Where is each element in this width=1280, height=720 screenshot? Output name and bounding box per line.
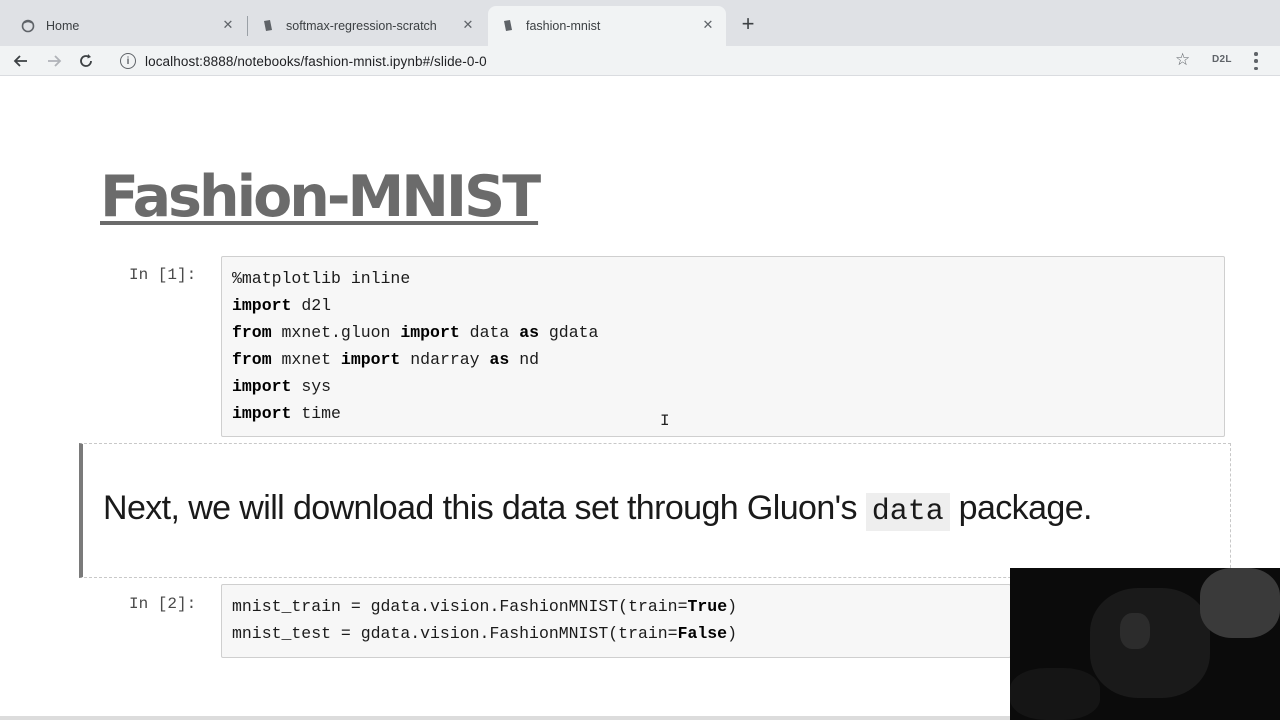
webcam-overlay — [1010, 568, 1280, 720]
close-tab-icon[interactable]: ✕ — [220, 17, 236, 33]
tab-fashion-mnist[interactable]: fashion-mnist ✕ — [488, 6, 726, 46]
code-keyword: as — [489, 350, 510, 369]
code-token: nd — [400, 350, 431, 369]
code-keyword: import — [232, 404, 292, 423]
code-token: time — [291, 404, 341, 423]
code-line: mnist_train = gdata.vision.FashionMNIST(… — [232, 593, 1000, 620]
markdown-cell[interactable]: Next, we will download this data set thr… — [79, 443, 1231, 578]
inline-code: data — [865, 493, 950, 531]
code-cell[interactable]: %matplotlib inline import d2l from mxnet.g… — [221, 256, 1225, 437]
code-keyword: as — [519, 323, 539, 342]
slide-title: Fashion-MNIST — [100, 164, 541, 230]
code-keyword: True — [687, 597, 728, 616]
close-tab-icon[interactable]: ✕ — [700, 17, 716, 33]
code-line: import time — [232, 400, 1214, 427]
back-arrow-icon[interactable] — [9, 49, 33, 73]
reload-icon[interactable] — [74, 49, 98, 73]
url-text: localhost:8888/notebooks/fashion-mnist.i… — [145, 53, 487, 69]
bottom-scroll-edge — [0, 716, 1010, 720]
jupyter-icon — [20, 18, 36, 34]
markdown-text-after: package. — [949, 489, 1093, 527]
code-line: from mxnet.gluon import data as gdata — [232, 319, 1214, 346]
browser-menu-icon[interactable] — [1254, 52, 1258, 70]
close-tab-icon[interactable]: ✕ — [460, 17, 476, 33]
bookmark-star-icon[interactable]: ☆ — [1175, 50, 1190, 70]
code-token: mxnet — [271, 350, 341, 369]
code-token: d2l — [291, 296, 332, 315]
tab-label: fashion-mnist — [526, 19, 601, 33]
tab-label: Home — [46, 19, 80, 33]
notebook-icon — [260, 18, 276, 34]
new-tab-icon[interactable]: + — [736, 12, 760, 36]
code-block: %matplotlib inline import d2l from mxnet.g… — [222, 257, 1224, 435]
code-keyword: import — [232, 377, 292, 396]
code-keyword: import — [400, 323, 460, 342]
info-icon[interactable]: i — [120, 53, 136, 69]
extension-icon[interactable]: D2L — [1212, 54, 1232, 65]
code-token: ) — [727, 624, 737, 643]
tab-strip: Home ✕ softmax-regression-scratch ✕ fash… — [0, 0, 1280, 46]
code-cell[interactable]: mnist_train = gdata.vision.FashionMNIST(… — [221, 584, 1011, 658]
code-keyword: import — [340, 350, 401, 369]
code-token: mnist_test = gdata.vision.FashionMNIST(t… — [232, 624, 678, 643]
code-block: mnist_train = gdata.vision.FashionMNIST(… — [222, 585, 1010, 655]
code-token: mxnet.gluon — [271, 323, 401, 342]
code-line: from mxnet import ndarray as nd — [232, 346, 1214, 373]
code-keyword: from — [232, 323, 272, 342]
code-keyword: from — [232, 350, 272, 369]
code-token: sys — [291, 377, 332, 396]
text-cursor-icon: I — [660, 412, 670, 430]
code-token: gdata — [539, 323, 599, 342]
tab-softmax-regression-scratch[interactable]: softmax-regression-scratch ✕ — [248, 6, 486, 46]
code-line: mnist_test = gdata.vision.FashionMNIST(t… — [232, 620, 1000, 647]
code-token: nd — [509, 350, 540, 369]
code-token: mnist_train = gdata.vision.FashionMNIST(… — [232, 597, 688, 616]
forward-arrow-icon[interactable] — [42, 49, 66, 73]
code-token: data — [459, 323, 520, 342]
markdown-text-before: Next, we will download this data set thr… — [103, 489, 866, 527]
markdown-text: Next, we will download this data set thr… — [103, 489, 1093, 531]
code-token: %matplotlib inline — [232, 269, 411, 288]
code-line: import sys — [232, 373, 1214, 400]
tab-label: softmax-regression-scratch — [286, 19, 437, 33]
code-keyword: import — [232, 296, 292, 315]
cell-prompt: In [2]: — [129, 595, 197, 613]
code-token: ) — [727, 597, 737, 616]
code-line: import d2l — [232, 292, 1214, 319]
code-token: array — [430, 350, 480, 369]
cell-prompt: In [1]: — [129, 266, 197, 284]
code-keyword: False — [677, 624, 728, 643]
browser-toolbar: i localhost:8888/notebooks/fashion-mnist… — [0, 46, 1280, 76]
notebook-icon — [500, 18, 516, 34]
code-line: %matplotlib inline — [232, 265, 1214, 292]
address-bar[interactable]: i localhost:8888/notebooks/fashion-mnist… — [112, 46, 1210, 76]
tab-home[interactable]: Home ✕ — [8, 6, 246, 46]
